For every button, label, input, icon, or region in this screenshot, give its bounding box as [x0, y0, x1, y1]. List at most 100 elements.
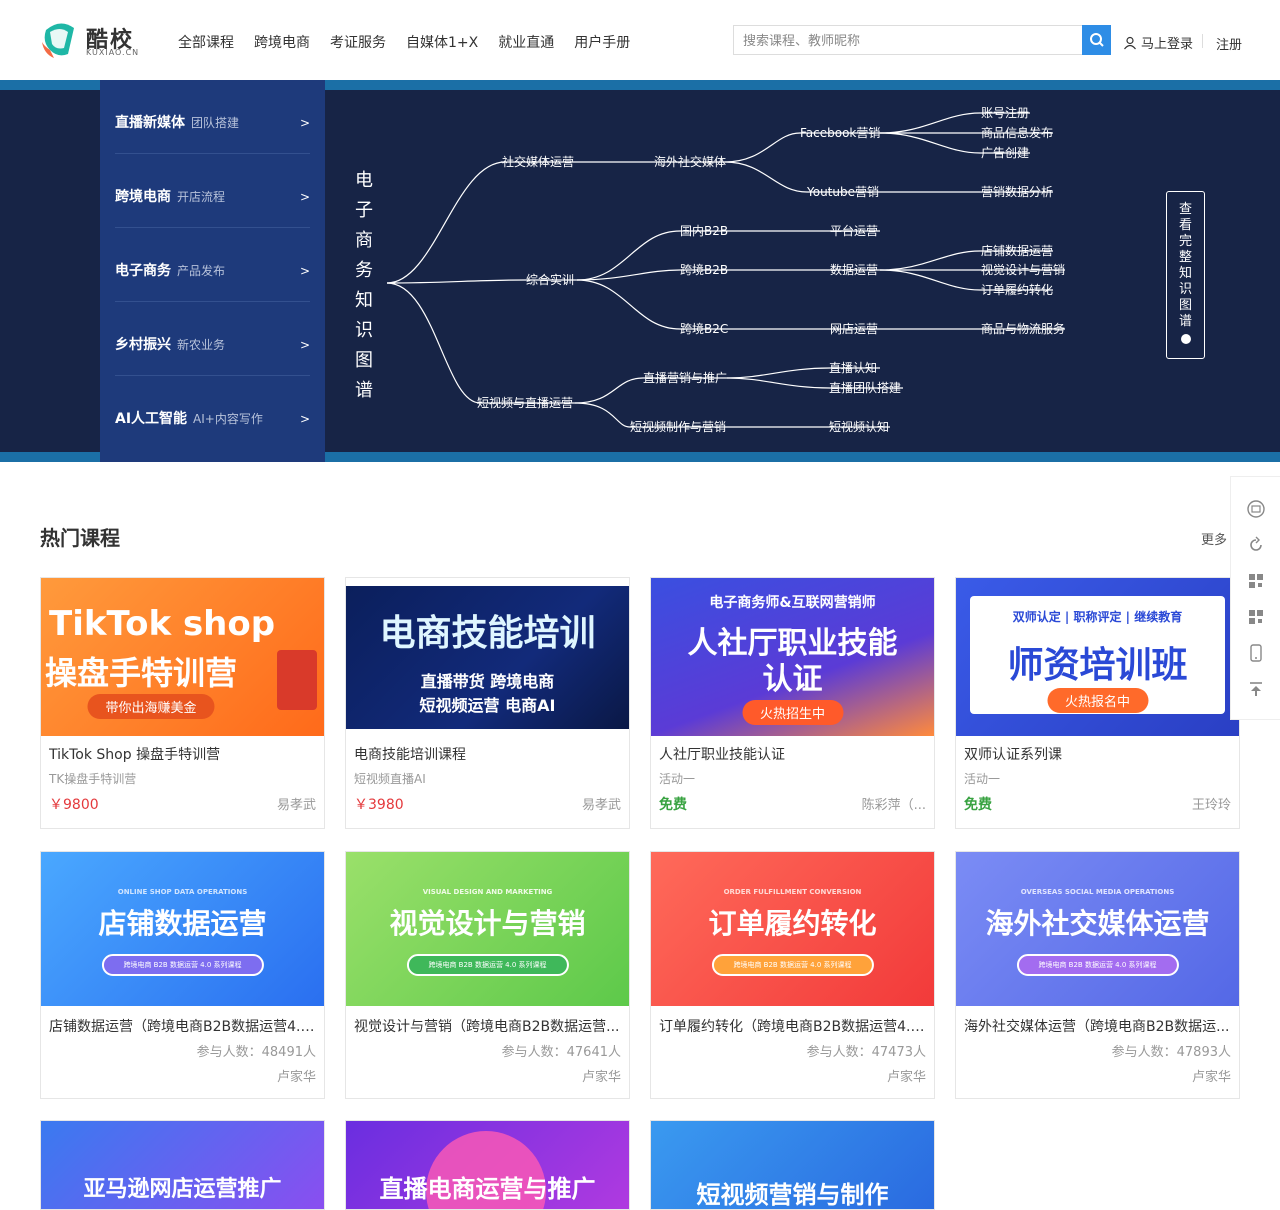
- category-title: 电子商务 产品发布: [115, 263, 226, 279]
- kg-node-live-know[interactable]: 直播认知: [829, 361, 877, 375]
- kg-node-shop-data[interactable]: 店铺数据运营: [981, 243, 1053, 258]
- course-title: 订单履约转化（跨境电商B2B数据运营4.0...: [659, 1019, 927, 1035]
- kg-node-overseas-social[interactable]: 海外社交媒体: [654, 154, 726, 169]
- participant-count: 参与人数：47641人: [501, 1045, 621, 1060]
- cover-text: 电子商务师&互联网营销师: [709, 595, 876, 611]
- category-live-media[interactable]: 直播新媒体 团队搭建 >: [115, 80, 310, 154]
- view-full-map-label: 查看完整知识图谱: [1178, 202, 1192, 329]
- kg-node-facebook[interactable]: Facebook营销: [800, 126, 880, 140]
- kg-node-social[interactable]: 社交媒体运营: [502, 154, 574, 169]
- course-subtitle: 活动一: [659, 772, 696, 786]
- cover-text: 师资培训班: [1007, 645, 1188, 686]
- course-subtitle: 短视频直播AI: [354, 772, 426, 786]
- cover-text: 直播带货 跨境电商: [420, 672, 555, 691]
- kg-node-order[interactable]: 订单履约转化: [981, 282, 1053, 297]
- chevron-right-icon: >: [299, 116, 310, 130]
- login-link[interactable]: 马上登录: [1123, 33, 1193, 52]
- search-button[interactable]: [1082, 25, 1111, 55]
- kg-node-domestic-b2b[interactable]: 国内B2B: [680, 224, 728, 238]
- view-full-map-button[interactable]: 查看完整知识图谱: [1166, 191, 1205, 359]
- kg-node-data-ops[interactable]: 数据运营: [830, 262, 878, 277]
- customer-service-icon[interactable]: [1244, 497, 1268, 521]
- cover-text: 海外社交媒体运营: [985, 907, 1210, 940]
- course-title: 海外社交媒体运营（跨境电商B2B数据运...: [964, 1019, 1230, 1035]
- logo-subtext: KUXIAO.CN: [86, 48, 140, 57]
- nav-certification[interactable]: 考证服务: [330, 32, 386, 52]
- back-to-top-icon[interactable]: [1244, 677, 1268, 701]
- cover-text: 店铺数据运营: [98, 907, 267, 940]
- kg-node-shop-ops[interactable]: 网店运营: [830, 322, 878, 336]
- kg-node-sv-know[interactable]: 短视频认知: [829, 419, 889, 434]
- course-teacher: 易孝武: [276, 798, 316, 813]
- course-card[interactable]: 双师认定 | 职称评定 | 继续教育 师资培训班 火热报名中 双师认证系列课 活…: [955, 577, 1240, 829]
- kg-node-practice[interactable]: 综合实训: [526, 272, 574, 287]
- register-link[interactable]: 注册: [1216, 34, 1242, 53]
- nav-self-media[interactable]: 自媒体1+X: [406, 32, 478, 52]
- site-header: 酷校 KUXIAO.CN 全部课程 跨境电商 考证服务 自媒体1+X 就业直通 …: [0, 0, 1280, 80]
- course-teacher: 王玲玲: [1191, 798, 1231, 813]
- category-ai[interactable]: AI人工智能 AI+内容写作 >: [115, 376, 310, 450]
- course-teacher: 卢家华: [1191, 1070, 1231, 1085]
- cover-pill: 跨境电商 B2B 数据运营 4.0 系列课程: [711, 954, 874, 976]
- knowledge-map-graph: 社交媒体运营 海外社交媒体 Facebook营销 Youtube营销 账号注册 …: [386, 105, 1065, 434]
- category-title: 跨境电商 开店流程: [115, 189, 226, 205]
- refresh-icon[interactable]: [1244, 533, 1268, 557]
- course-subtitle: TK操盘手特训营: [49, 772, 137, 786]
- course-card[interactable]: ONLINE SHOP DATA OPERATIONS 店铺数据运营 跨境电商 …: [40, 851, 325, 1099]
- mobile-icon[interactable]: [1244, 641, 1268, 665]
- course-card[interactable]: TikTok shop 操盘手特训营 带你出海赚美金 TikTok Shop 操…: [40, 577, 325, 829]
- kg-node-youtube[interactable]: Youtube营销: [806, 185, 879, 199]
- kg-node-logistics[interactable]: 商品与物流服务: [981, 321, 1065, 336]
- cover-text: TikTok shop: [49, 604, 276, 644]
- kg-node-short-video-make[interactable]: 短视频制作与营销: [630, 419, 726, 434]
- course-cover: 短视频营销与制作: [651, 1121, 934, 1209]
- course-title: 人社厅职业技能认证: [659, 747, 785, 763]
- category-cross-border[interactable]: 跨境电商 开店流程 >: [115, 154, 310, 228]
- nav-user-manual[interactable]: 用户手册: [574, 32, 630, 52]
- kg-node-live-team[interactable]: 直播团队搭建: [829, 380, 901, 395]
- course-card[interactable]: VISUAL DESIGN AND MARKETING 视觉设计与营销 跨境电商…: [345, 851, 630, 1099]
- course-card[interactable]: 短视频营销与制作: [650, 1120, 935, 1210]
- course-title: 双师认证系列课: [964, 747, 1062, 763]
- category-rural[interactable]: 乡村振兴 新农业务 >: [115, 302, 310, 376]
- cover-text: 双师认定 | 职称评定 | 继续教育: [1012, 610, 1183, 624]
- course-card[interactable]: ORDER FULFILLMENT CONVERSION 订单履约转化 跨境电商…: [650, 851, 935, 1099]
- nav-cross-border[interactable]: 跨境电商: [254, 32, 310, 52]
- course-price: ￥3980: [354, 797, 404, 813]
- kg-node-visual[interactable]: 视觉设计与营销: [981, 262, 1065, 277]
- course-teacher: 易孝武: [581, 798, 621, 813]
- course-title: 电商技能培训课程: [354, 747, 466, 763]
- kg-node-account[interactable]: 账号注册: [981, 105, 1029, 120]
- course-card[interactable]: 直播电商运营与推广: [345, 1120, 630, 1210]
- kg-node-ad[interactable]: 广告创建: [981, 146, 1029, 160]
- main-nav: 全部课程 跨境电商 考证服务 自媒体1+X 就业直通 用户手册: [178, 32, 650, 52]
- site-logo[interactable]: 酷校 KUXIAO.CN: [40, 20, 140, 60]
- cover-text: 短视频运营 电商AI: [419, 696, 556, 715]
- course-cover: OVERSEAS SOCIAL MEDIA OPERATIONS 海外社交媒体运…: [956, 852, 1239, 1006]
- kg-node-shortvideo-live[interactable]: 短视频与直播运营: [477, 395, 573, 410]
- nav-all-courses[interactable]: 全部课程: [178, 32, 234, 52]
- cover-text: 短视频营销与制作: [696, 1181, 889, 1209]
- search-input[interactable]: [734, 26, 1083, 54]
- chevron-right-icon: >: [299, 412, 310, 426]
- cover-pill: 火热招生中: [741, 700, 844, 725]
- kg-node-live-marketing[interactable]: 直播营销与推广: [643, 371, 727, 385]
- qrcode-icon[interactable]: [1244, 569, 1268, 593]
- course-card[interactable]: 电子商务师&互联网营销师 人社厅职业技能 认证 火热招生中 人社厅职业技能认证 …: [650, 577, 935, 829]
- course-card[interactable]: OVERSEAS SOCIAL MEDIA OPERATIONS 海外社交媒体运…: [955, 851, 1240, 1099]
- more-link[interactable]: 更多: [1201, 529, 1227, 548]
- chevron-right-icon: >: [299, 338, 310, 352]
- participant-count: 参与人数：47893人: [1111, 1045, 1231, 1060]
- course-card[interactable]: 亚马逊网店运营推广: [40, 1120, 325, 1210]
- course-card[interactable]: 电商技能培训 直播带货 跨境电商 短视频运营 电商AI 电商技能培训课程 短视频…: [345, 577, 630, 829]
- kg-node-cross-b2b[interactable]: 跨境B2B: [680, 262, 728, 277]
- kg-node-platform-ops[interactable]: 平台运营: [830, 223, 878, 238]
- category-ecommerce[interactable]: 电子商务 产品发布 >: [115, 228, 310, 302]
- nav-employment[interactable]: 就业直通: [498, 32, 554, 52]
- kg-node-data-analysis[interactable]: 营销数据分析: [981, 184, 1053, 199]
- kg-node-product-info[interactable]: 商品信息发布: [981, 125, 1053, 140]
- cover-text: ONLINE SHOP DATA OPERATIONS: [117, 888, 248, 896]
- qrcode-alt-icon[interactable]: [1244, 605, 1268, 629]
- kg-node-cross-b2c[interactable]: 跨境B2C: [680, 321, 728, 336]
- cover-text: 视觉设计与营销: [389, 907, 586, 940]
